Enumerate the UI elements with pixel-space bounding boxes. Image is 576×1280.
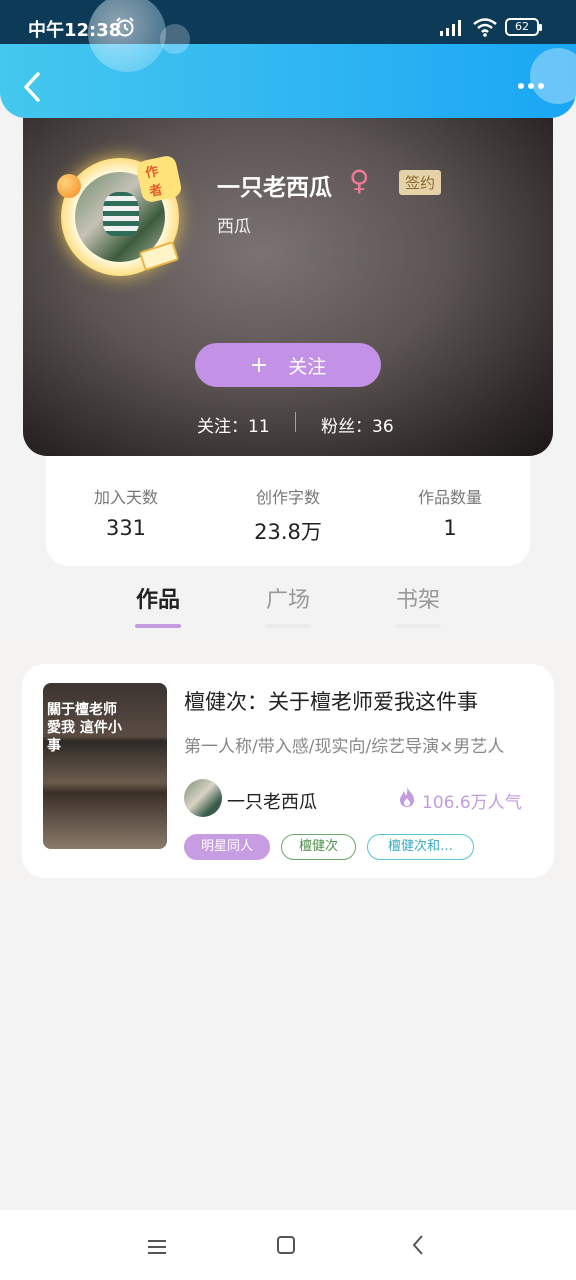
follow-button[interactable]: + 关注 xyxy=(195,343,381,387)
cover-text: 關于檀老师 愛我 這件小事 xyxy=(47,702,122,754)
book-title[interactable]: 檀健次：关于檀老师爱我这件事 xyxy=(184,686,478,716)
decor-bubble xyxy=(160,24,190,54)
stat-works-count: 作品数量 1 xyxy=(370,484,530,540)
signal-icon xyxy=(440,20,461,36)
dot xyxy=(538,83,544,89)
plus-icon: + xyxy=(249,352,269,378)
tab-square[interactable]: 广场 xyxy=(248,582,328,628)
tab-works[interactable]: 作品 xyxy=(118,582,198,628)
book-cover[interactable]: 關于檀老师 愛我 這件小事 xyxy=(43,683,167,849)
profile-subname: 西瓜 xyxy=(217,217,251,237)
book-description: 第一人称/带入感/现实向/综艺导演×男艺人 xyxy=(184,737,505,757)
book-card[interactable]: 關于檀老师 愛我 這件小事 檀健次：关于檀老师爱我这件事 第一人称/带入感/现实… xyxy=(22,664,554,878)
signed-badge: 签约 xyxy=(399,170,442,195)
fans-count[interactable]: 粉丝：36 xyxy=(321,412,394,437)
stat-label: 作品数量 xyxy=(417,488,482,507)
dot xyxy=(518,83,524,89)
popularity: 106.6万人气 xyxy=(422,793,522,813)
more-icon[interactable] xyxy=(518,76,552,96)
stat-join-days: 加入天数 331 xyxy=(46,484,206,540)
status-time: 中午12:38 xyxy=(28,20,122,41)
tab-label: 广场 xyxy=(265,588,310,613)
profile-name: 一只老西瓜 xyxy=(217,175,332,201)
stats-card: 加入天数 331 创作字数 23.8万 作品数量 1 xyxy=(46,456,530,566)
decor-ball xyxy=(57,174,81,198)
tab-indicator xyxy=(395,624,441,628)
tab-bookshelf[interactable]: 书架 xyxy=(378,582,458,628)
menu-icon[interactable] xyxy=(146,1238,168,1256)
book-author[interactable]: 一只老西瓜 xyxy=(227,788,317,814)
stat-word-count: 创作字数 23.8万 xyxy=(208,484,368,546)
tab-bar: 作品 广场 书架 xyxy=(0,578,576,638)
author-small-avatar[interactable] xyxy=(184,779,222,817)
stat-value: 23.8万 xyxy=(254,520,322,544)
female-icon: ♀ xyxy=(349,164,370,197)
tag-celebrity-fanfic[interactable]: 明星同人 xyxy=(184,834,270,860)
stat-value: 331 xyxy=(105,516,147,540)
author-avatar-frame[interactable]: 作者 xyxy=(57,154,183,276)
top-header: 中午12:38 62 xyxy=(0,0,576,118)
back-icon[interactable] xyxy=(18,70,48,104)
stat-value: 1 xyxy=(443,516,457,540)
system-nav-bar xyxy=(0,1210,576,1280)
tab-indicator xyxy=(265,624,311,628)
tab-label: 作品 xyxy=(135,588,180,613)
battery-indicator: 62 xyxy=(505,18,542,36)
stat-label: 创作字数 xyxy=(255,488,320,507)
tab-label: 书架 xyxy=(395,588,440,613)
tag-character[interactable]: 檀健次 xyxy=(281,834,356,860)
profile-card: 作者 一只老西瓜 ♀ 签约 西瓜 + 关注 关注：11 粉丝：36 xyxy=(23,118,553,456)
stat-label: 加入天数 xyxy=(93,488,158,507)
alarm-icon xyxy=(116,17,134,37)
author-tag: 作者 xyxy=(135,154,183,204)
home-icon[interactable] xyxy=(277,1236,295,1254)
dot xyxy=(528,83,534,89)
nav-back-icon[interactable] xyxy=(410,1234,426,1256)
tab-indicator xyxy=(135,624,181,628)
wifi-icon xyxy=(473,18,497,37)
tag-pairing[interactable]: 檀健次和… xyxy=(367,834,474,860)
follow-label: 关注 xyxy=(288,355,327,378)
fire-icon xyxy=(400,787,414,807)
following-count[interactable]: 关注：11 xyxy=(197,412,270,437)
divider xyxy=(295,412,296,432)
